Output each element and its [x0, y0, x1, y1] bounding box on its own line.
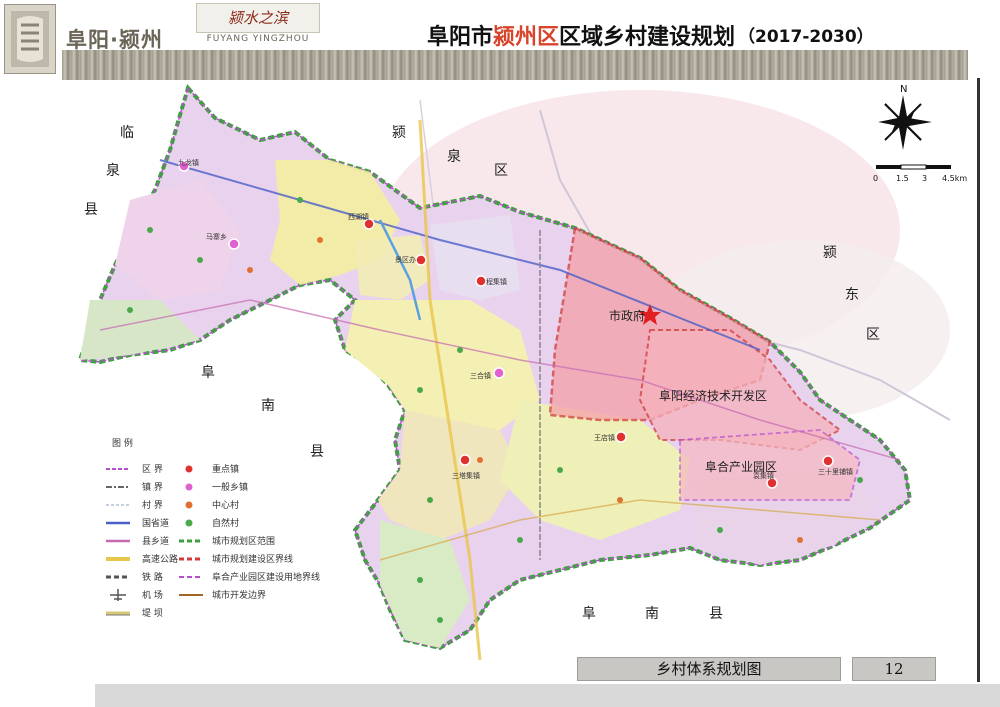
scale-bar: 0 1.5 3 4.5km — [873, 164, 967, 183]
logo — [4, 4, 56, 74]
town-jingqu: 景区办 — [395, 254, 427, 266]
neighbor-char: 南 — [645, 606, 659, 622]
neighbor-char: 县 — [310, 444, 324, 460]
planning-map: 临 泉 县 颍 泉 区 颍 东 区 阜 南 县 阜 南 县 九龙镇 马寨乡 西湖… — [77, 84, 967, 661]
legend-item-railway: 铁 路 — [106, 571, 163, 583]
legend-item-dam: 堤 坝 — [106, 608, 163, 619]
svg-text:重点镇: 重点镇 — [212, 463, 239, 475]
legend-item-development-boundary: 城市开发边界 — [179, 589, 266, 601]
legend-item-national-road: 国省道 — [106, 517, 169, 529]
svg-text:九龙镇: 九龙镇 — [178, 158, 199, 167]
zone-label-economic: 阜阳经济技术开发区 — [659, 388, 767, 403]
svg-text:镇 界: 镇 界 — [142, 481, 163, 493]
neighbor-char: 区 — [866, 327, 880, 343]
legend-item-town-boundary: 镇 界 — [106, 481, 163, 493]
page-number: 12 — [852, 657, 936, 681]
neighbor-char: 泉 — [447, 148, 461, 165]
title-prefix: 阜阳市 — [427, 25, 494, 50]
svg-text:1.5: 1.5 — [896, 174, 909, 183]
svg-text:一般乡镇: 一般乡镇 — [212, 481, 248, 493]
neighbor-char: 县 — [709, 606, 723, 622]
legend-item-construction-boundary: 城市规划建设区界线 — [179, 553, 293, 565]
svg-text:王店镇: 王店镇 — [594, 433, 615, 442]
legend-item-natural-village: 自然村 — [184, 517, 239, 529]
legend-item-county-road: 县乡道 — [106, 535, 169, 547]
town-chengji: 程集镇 — [475, 275, 507, 287]
svg-text:程集镇: 程集镇 — [486, 277, 507, 286]
neighbor-char: 南 — [261, 398, 275, 414]
legend-item-village-boundary: 村 界 — [106, 499, 163, 511]
neighbor-char: 泉 — [106, 162, 120, 179]
svg-text:4.5km: 4.5km — [942, 174, 967, 183]
neighbor-char: 区 — [494, 163, 508, 179]
page-title: 阜阳市颍州区区域乡村建设规划 — [427, 19, 735, 51]
svg-text:0: 0 — [873, 174, 878, 183]
legend-item-industrial-boundary: 阜合产业园区建设用地界线 — [179, 571, 320, 583]
svg-text:城市规划区范围: 城市规划区范围 — [212, 535, 275, 547]
legend-item-planning-area: 城市规划区范围 — [179, 535, 275, 547]
neighbor-char: 阜 — [201, 364, 215, 381]
slogan-english: FUYANG YINGZHOU — [206, 34, 310, 44]
svg-text:高速公路: 高速公路 — [142, 553, 178, 565]
legend-item-general-town: 一般乡镇 — [184, 481, 248, 493]
city-hall-label: 市政府 — [609, 308, 645, 323]
svg-text:县乡道: 县乡道 — [142, 535, 169, 547]
neighbor-char: 临 — [120, 125, 134, 141]
svg-text:三塔集镇: 三塔集镇 — [452, 471, 480, 480]
title-highlight: 颍州区 — [493, 25, 560, 50]
svg-text:自然村: 自然村 — [212, 517, 239, 529]
svg-text:三合镇: 三合镇 — [470, 371, 491, 380]
svg-text:中心村: 中心村 — [212, 499, 239, 511]
legend-item-airport: 机 场 — [110, 589, 163, 601]
svg-text:3: 3 — [922, 174, 927, 183]
airport-icon — [110, 589, 126, 601]
svg-text:阜合产业园区建设用地界线: 阜合产业园区建设用地界线 — [212, 571, 320, 583]
title-suffix: 区域乡村建设规划 — [559, 25, 736, 50]
zone-label-industrial: 阜合产业园区 — [705, 459, 777, 474]
svg-text:国省道: 国省道 — [142, 517, 169, 529]
svg-text:堤 坝: 堤 坝 — [142, 608, 163, 619]
svg-text:马寨乡: 马寨乡 — [206, 232, 227, 241]
svg-text:城市规划建设区界线: 城市规划建设区界线 — [212, 553, 293, 565]
svg-text:村 界: 村 界 — [142, 499, 163, 511]
section-title: 乡村体系规划图 — [577, 657, 841, 681]
svg-text:机 场: 机 场 — [142, 589, 163, 601]
svg-text:城市开发边界: 城市开发边界 — [212, 589, 266, 601]
neighbor-char: 颍 — [392, 125, 406, 141]
town-wangdian: 王店镇 — [594, 431, 627, 443]
svg-text:铁 路: 铁 路 — [142, 571, 163, 583]
slogan: 颍水之滨 — [196, 3, 320, 33]
svg-text:西湖镇: 西湖镇 — [348, 212, 369, 221]
legend-item-central-village: 中心村 — [184, 499, 239, 511]
svg-text:三十里铺镇: 三十里铺镇 — [818, 467, 853, 476]
legend-item-district-boundary: 区 界 — [106, 464, 163, 475]
decorative-band — [62, 50, 968, 80]
neighbor-char: 阜 — [582, 605, 596, 622]
compass-icon: N — [878, 84, 932, 150]
title-years: （2017-2030） — [738, 27, 874, 47]
neighbor-char: 东 — [845, 287, 859, 303]
neighbor-char: 颍 — [823, 245, 837, 261]
bottom-bar — [0, 684, 1000, 707]
svg-text:区 界: 区 界 — [142, 464, 163, 475]
bottom-margin — [0, 684, 95, 707]
legend-title: 图 例 — [112, 437, 133, 449]
legend-item-key-town: 重点镇 — [184, 463, 239, 475]
neighbor-char: 县 — [84, 202, 98, 218]
svg-text:景区办: 景区办 — [395, 255, 416, 264]
legend: 图 例 区 界 镇 界 村 界 国省道 县乡道 高速公路 铁 路 机 场 堤 坝… — [106, 437, 320, 619]
legend-item-expressway: 高速公路 — [106, 553, 178, 565]
svg-text:N: N — [900, 84, 907, 95]
